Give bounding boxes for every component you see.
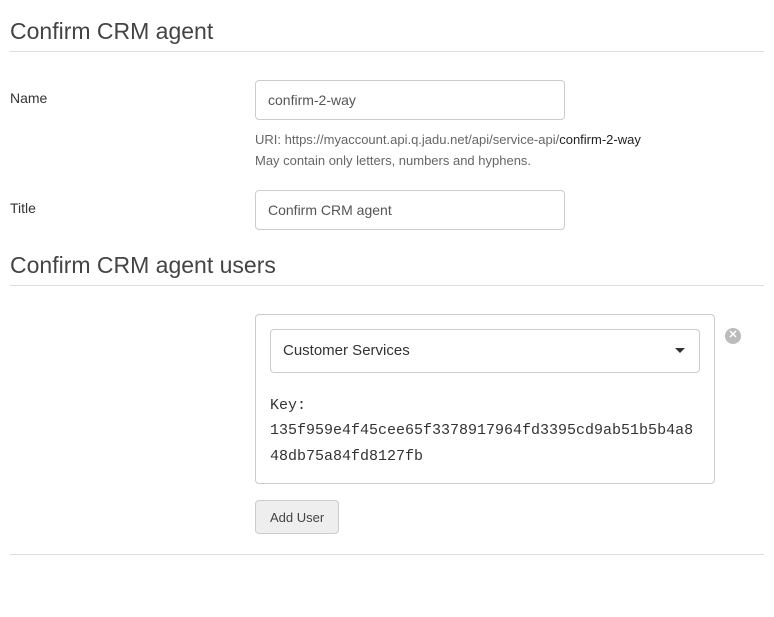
section-divider: [10, 554, 764, 555]
section-heading-crm-agent-users: Confirm CRM agent users: [10, 252, 764, 286]
section-heading-crm-agent: Confirm CRM agent: [10, 18, 764, 52]
key-label: Key:: [270, 393, 700, 419]
title-input[interactable]: [255, 190, 565, 230]
add-user-button[interactable]: Add User: [255, 500, 339, 534]
remove-user-icon[interactable]: ✕: [725, 328, 741, 344]
key-value: 135f959e4f45cee65f3378917964fd3395cd9ab5…: [270, 418, 700, 469]
name-hint-text: May contain only letters, numbers and hy…: [255, 151, 764, 172]
title-label: Title: [10, 190, 255, 216]
user-select[interactable]: Customer Services: [270, 329, 700, 373]
name-input[interactable]: [255, 80, 565, 120]
name-label: Name: [10, 80, 255, 106]
uri-help-text: URI: https://myaccount.api.q.jadu.net/ap…: [255, 130, 764, 151]
user-card: Customer Services Key: 135f959e4f45cee65…: [255, 314, 715, 485]
